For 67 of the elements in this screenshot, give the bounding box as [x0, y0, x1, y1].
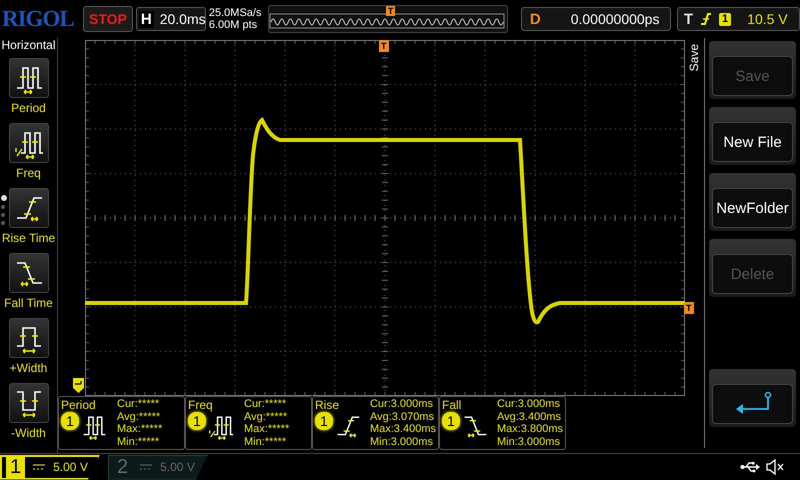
channel-badge: 1 — [61, 412, 79, 430]
measurement-label: Period — [11, 101, 46, 115]
measurement-value: Avg:***** — [244, 410, 288, 423]
trigger-label: T — [684, 10, 694, 28]
timebase-value: 20.0ms — [160, 11, 206, 27]
measurement-name: Period — [61, 398, 97, 412]
menu-button[interactable]: NewFolder — [712, 188, 793, 228]
measurement-value: Min:***** — [117, 436, 160, 448]
measurement-label: Rise Time — [2, 231, 56, 245]
measurement-button[interactable] — [8, 188, 48, 228]
sample-rate: 25.0MSa/s — [208, 7, 262, 19]
channel-scale: 5.00 V — [53, 460, 88, 474]
measurement-value: Avg:3.070ms — [370, 410, 435, 423]
channel-badge: 1 — [188, 412, 206, 430]
menu-title: Save — [687, 44, 701, 72]
measurement-value: Min:3.000ms — [496, 436, 561, 448]
channel-badge: 1 — [315, 412, 333, 430]
channel-offset-marker-icon — [73, 378, 84, 393]
measurement-button[interactable] — [8, 318, 48, 358]
trigger-position-marker: T — [386, 6, 396, 16]
measurement-value: Max:***** — [244, 423, 290, 436]
measurement-label: Fall Time — [4, 296, 53, 310]
trigger-position-marker: T — [379, 40, 388, 52]
measurement-value: Max:***** — [117, 423, 162, 436]
measurement-button[interactable] — [8, 123, 48, 163]
measurement-name: Freq — [188, 398, 214, 412]
channel-number: 2 — [116, 456, 130, 478]
measurement-value: Max:3.400ms — [370, 423, 436, 436]
measurement-button[interactable] — [8, 383, 48, 423]
measurement-name: Rise — [315, 398, 340, 412]
channel-tab[interactable]: 1 5.00 V — [0, 454, 100, 480]
trigger-level: 10.5 V — [747, 11, 788, 27]
measurement-label: -Width — [11, 426, 46, 440]
measurement-value: Avg:***** — [117, 410, 162, 423]
return-arrow-icon — [734, 391, 772, 417]
run-stop-button[interactable]: STOP — [83, 6, 133, 32]
trigger-level-marker: T — [684, 302, 694, 314]
measurement-value: Avg:3.400ms — [496, 410, 562, 423]
memory-depth: 6.00M pts — [208, 19, 258, 31]
brand-logo: RIGOL — [2, 6, 75, 32]
measurement-value: Cur:3.000ms — [496, 398, 561, 410]
channel-scale: 5.00 V — [160, 460, 195, 474]
mute-icon — [766, 459, 786, 475]
measurement-value: Max:3.800ms — [496, 423, 563, 436]
delay-value: 0.00000000ps — [570, 11, 660, 27]
delay-label: D — [530, 10, 541, 28]
menu-button[interactable]: New File — [712, 122, 793, 162]
dc-coupling-icon — [140, 463, 152, 471]
back-button[interactable] — [712, 384, 793, 424]
measurement-value: Min:3.000ms — [370, 436, 434, 448]
measurement-label: Freq — [16, 166, 41, 180]
dc-coupling-icon — [33, 463, 46, 471]
measurement-name: Fall — [442, 398, 462, 412]
measurement-value: Cur:***** — [244, 398, 288, 410]
measurement-value: Cur:***** — [117, 398, 160, 410]
measurement-value: Cur:3.000ms — [370, 398, 434, 410]
channel-tab[interactable]: 2 5.00 V — [108, 454, 208, 480]
sidebar-title: Horizontal — [1, 38, 56, 52]
timebase-label: H — [138, 10, 154, 28]
measurement-label: +Width — [10, 361, 48, 375]
measurement-button[interactable] — [8, 253, 48, 293]
channel-number: 1 — [6, 456, 26, 478]
usb-icon — [740, 461, 760, 473]
channel-badge: 1 — [442, 412, 460, 430]
measurement-value: Min:***** — [244, 436, 288, 448]
trigger-source-badge: 1 — [719, 12, 732, 26]
measurement-button[interactable] — [8, 58, 48, 98]
